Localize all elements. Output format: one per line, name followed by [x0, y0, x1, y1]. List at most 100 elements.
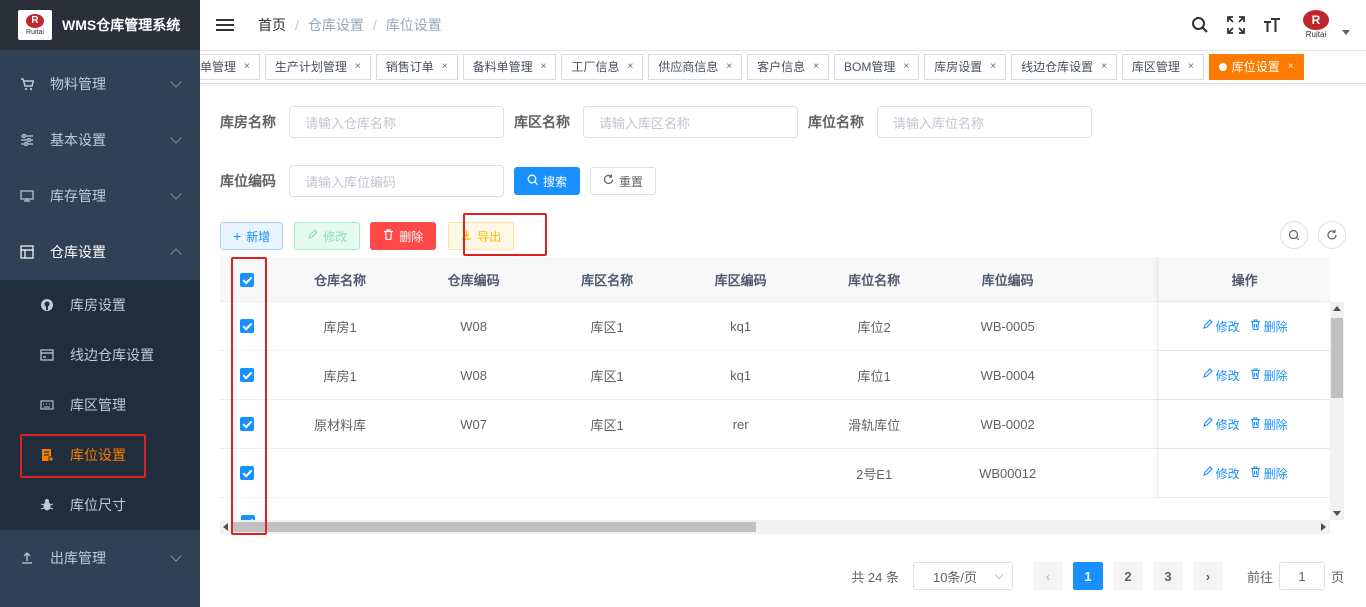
tag-item[interactable]: 客户信息 × — [747, 54, 830, 80]
close-icon[interactable]: × — [813, 55, 819, 79]
location-code-label: 库位编码 — [220, 173, 276, 189]
close-icon[interactable]: × — [1288, 55, 1294, 79]
table-cell: 库区1 — [590, 319, 624, 335]
sidebar-item-line-warehouse[interactable]: 线边仓库设置 — [0, 330, 200, 380]
search-form-row-2: 库位编码 请输入库位编码 搜索 重置 — [220, 165, 657, 197]
add-button[interactable]: + 新增 — [220, 222, 284, 250]
row-edit-button[interactable]: 修改 — [1202, 465, 1240, 482]
table-row[interactable]: 库房1 W08 库区1 kq1 库位2 WB-0005 修改 删除 — [220, 302, 1330, 351]
menu-toggle-icon[interactable] — [216, 16, 234, 34]
close-icon[interactable]: × — [442, 55, 448, 79]
search-icon[interactable] — [1190, 15, 1210, 35]
table-cell: rer — [732, 416, 749, 432]
sidebar-item-outbound[interactable]: 出库管理 — [0, 530, 200, 586]
sidebar-item-area-management[interactable]: 库区管理 — [0, 380, 200, 430]
next-page-button[interactable]: › — [1192, 562, 1223, 590]
cart-icon — [20, 77, 34, 91]
table-cell: 库房1 — [323, 368, 357, 384]
close-icon[interactable]: × — [244, 55, 250, 79]
sidebar: R Ruitai WMS仓库管理系统 物料管理 基本设置 库存管理 仓库设置 库… — [0, 0, 200, 607]
close-icon[interactable]: × — [1101, 55, 1107, 79]
table-cell: 原材料库 — [314, 417, 367, 433]
sidebar-item-warehouse-settings[interactable]: 仓库设置 — [0, 224, 200, 280]
font-size-icon[interactable] — [1262, 15, 1282, 35]
column-header: 库区编码 — [714, 273, 767, 288]
bug-icon — [40, 498, 54, 512]
column-header: 仓库名称 — [314, 273, 367, 288]
tag-item[interactable]: 库房设置 × — [924, 54, 1007, 80]
row-edit-button[interactable]: 修改 — [1202, 318, 1240, 335]
horizontal-scrollbar[interactable] — [220, 520, 1330, 534]
tag-item[interactable]: 生产计划管理 × — [264, 54, 371, 80]
edit-icon — [1202, 319, 1213, 333]
refresh-button[interactable] — [1318, 221, 1346, 249]
page-button-1[interactable]: 1 — [1072, 562, 1103, 590]
page-button-2[interactable]: 2 — [1112, 562, 1143, 590]
table-row[interactable]: 库房1 W08 库区1 kq1 库位1 WB-0004 修改 删除 — [220, 351, 1330, 400]
page-button-3[interactable]: 3 — [1152, 562, 1183, 590]
tag-item[interactable]: 销售订单 × — [375, 54, 458, 80]
close-icon[interactable]: × — [355, 55, 361, 79]
area-name-label: 库区名称 — [514, 114, 570, 130]
sidebar-item-basic-settings[interactable]: 基本设置 — [0, 112, 200, 168]
close-icon[interactable]: × — [726, 55, 732, 79]
vertical-scrollbar[interactable] — [1330, 302, 1344, 520]
navbar-actions: R Ruitai — [1174, 0, 1350, 50]
area-name-input[interactable]: 请输入库区名称 — [583, 106, 798, 138]
tag-item[interactable]: 工厂信息 × — [561, 54, 644, 80]
row-delete-button[interactable]: 删除 — [1250, 318, 1288, 335]
breadcrumb-warehouse-settings[interactable]: 仓库设置 — [308, 15, 364, 35]
location-name-input[interactable]: 请输入库位名称 — [877, 106, 1092, 138]
tag-item[interactable]: 供应商信息 × — [648, 54, 743, 80]
tag-item[interactable]: 线边仓库设置 × — [1011, 54, 1117, 80]
trash-icon — [1250, 368, 1261, 382]
sidebar-item-warehouse-room[interactable]: 库房设置 — [0, 280, 200, 330]
column-header: 库区名称 — [581, 273, 634, 288]
table-cell — [540, 449, 674, 497]
edit-button[interactable]: 修改 — [294, 222, 361, 250]
breadcrumb-home[interactable]: 首页 — [258, 15, 286, 35]
sidebar-item-location-size[interactable]: 库位尺寸 — [0, 480, 200, 530]
table-cell: WB-0004 — [980, 367, 1035, 383]
fullscreen-icon[interactable] — [1226, 15, 1246, 35]
row-delete-button[interactable]: 删除 — [1250, 367, 1288, 384]
tags-list: 清单管理×生产计划管理×销售订单×备料单管理×工厂信息×供应商信息×客户信息×B… — [200, 54, 1309, 80]
chevron-down-icon — [170, 188, 182, 200]
table-row[interactable]: 2号E1 WB00012 修改 删除 — [220, 449, 1330, 498]
sidebar-item-location-settings[interactable]: 库位设置 — [0, 430, 200, 480]
close-icon[interactable]: × — [990, 55, 996, 79]
warehouse-name-input[interactable]: 请输入仓库名称 — [289, 106, 504, 138]
logo-icon: R Ruitai — [18, 10, 52, 40]
sidebar-item-inventory[interactable]: 库存管理 — [0, 168, 200, 224]
row-edit-button[interactable]: 修改 — [1202, 367, 1240, 384]
table-cell — [407, 449, 541, 497]
table-row[interactable]: 原材料库 W07 库区1 rer 滑轨库位 WB-0002 修改 删除 — [220, 400, 1330, 449]
tag-item[interactable]: BOM管理 × — [834, 54, 920, 80]
tag-item[interactable]: 清单管理× — [200, 54, 260, 80]
location-name-label: 库位名称 — [808, 114, 864, 130]
delete-button[interactable]: 删除 — [370, 222, 437, 250]
navbar: 首页 / 仓库设置 / 库位设置 R Ruitai — [200, 0, 1366, 50]
close-icon[interactable]: × — [1188, 55, 1194, 79]
close-icon[interactable]: × — [903, 55, 909, 79]
close-icon[interactable]: × — [541, 55, 547, 79]
location-code-input[interactable]: 请输入库位编码 — [289, 165, 504, 197]
page-size-select[interactable]: 10条/页 — [912, 562, 1013, 590]
tag-item[interactable]: 库位设置 × — [1208, 54, 1304, 80]
toggle-search-button[interactable] — [1280, 221, 1308, 249]
reset-button[interactable]: 重置 — [590, 167, 657, 195]
goto-page-input[interactable]: 1 — [1278, 562, 1325, 590]
search-button[interactable]: 搜索 — [514, 167, 581, 195]
sidebar-item-material[interactable]: 物料管理 — [0, 56, 200, 112]
prev-page-button[interactable]: ‹ — [1032, 562, 1063, 590]
tag-item[interactable]: 库区管理 × — [1121, 54, 1204, 80]
row-delete-button[interactable]: 删除 — [1250, 465, 1288, 482]
column-header: 库位编码 — [981, 273, 1034, 288]
avatar[interactable]: R Ruitai — [1300, 10, 1332, 40]
caret-down-icon[interactable] — [1342, 29, 1350, 35]
tag-item[interactable]: 备料单管理 × — [462, 54, 557, 80]
row-edit-button[interactable]: 修改 — [1202, 416, 1240, 433]
app-logo[interactable]: R Ruitai WMS仓库管理系统 — [0, 0, 200, 50]
row-delete-button[interactable]: 删除 — [1250, 416, 1288, 433]
close-icon[interactable]: × — [627, 55, 633, 79]
